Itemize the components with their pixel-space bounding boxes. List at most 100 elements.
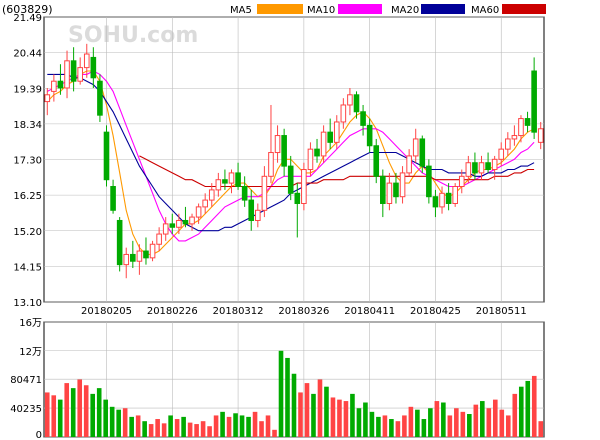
candle-up xyxy=(176,219,182,228)
candle-up xyxy=(51,80,57,92)
candle-down xyxy=(353,94,360,113)
volume-bar xyxy=(538,421,544,437)
candle-up xyxy=(320,131,327,157)
price-y-axis: 21.49 20.44 19.39 18.34 17.30 16.25 15.20 14.15… xyxy=(13,13,42,309)
candle-up xyxy=(307,148,314,171)
candle-up xyxy=(274,135,281,154)
volume-tick-label: 12万 xyxy=(19,347,42,358)
price-tick-label: 18.34 xyxy=(13,120,42,131)
volume-bar xyxy=(389,419,394,437)
candle-down xyxy=(169,223,176,228)
candle-up xyxy=(215,179,222,191)
volume-bar xyxy=(408,406,414,437)
candle-up xyxy=(399,172,406,198)
candle-up xyxy=(340,104,347,123)
volume-bar xyxy=(395,421,401,437)
volume-bar xyxy=(382,415,388,437)
volume-bar xyxy=(187,422,193,437)
volume-bar xyxy=(246,416,251,437)
volume-bar xyxy=(109,406,115,437)
volume-bar xyxy=(239,415,245,437)
price-tick-label: 14.15 xyxy=(13,262,42,273)
date-tick-label: 20180511 xyxy=(476,306,527,317)
volume-bar xyxy=(317,379,323,437)
volume-bar xyxy=(415,409,420,437)
volume-bar xyxy=(434,401,440,437)
date-tick-label: 20180312 xyxy=(213,306,264,317)
volume-bars xyxy=(44,350,544,437)
candle-up xyxy=(333,121,340,143)
candle-up xyxy=(44,94,51,103)
candle-up xyxy=(406,155,412,174)
candlesticks xyxy=(44,43,544,279)
candle-up xyxy=(149,243,156,259)
legend-ma10-label: MA10 xyxy=(307,5,335,16)
volume-bar xyxy=(343,401,349,437)
candle-down xyxy=(97,80,103,116)
candle-up xyxy=(518,118,524,137)
volume-tick-label: 80471 xyxy=(10,375,42,386)
volume-bar xyxy=(531,375,537,437)
volume-bar xyxy=(233,413,238,437)
volume-bar xyxy=(486,408,492,437)
legend-ma60-swatch xyxy=(502,4,546,14)
volume-bar xyxy=(421,419,427,437)
volume-bar xyxy=(168,415,173,437)
volume-bar xyxy=(207,426,212,437)
volume-bar xyxy=(96,388,102,437)
watermark: SOHU.com xyxy=(68,23,198,48)
candle-down xyxy=(294,192,301,204)
candle-down xyxy=(222,179,228,184)
stock-chart: (603829) SOHU.com MA5 MA10 MA20 MA60 21.… xyxy=(2,3,546,440)
candle-down xyxy=(281,135,287,167)
volume-bar xyxy=(64,383,70,437)
candle-up xyxy=(478,162,485,174)
volume-bar xyxy=(363,402,368,437)
volume-bar xyxy=(454,408,459,437)
candle-down xyxy=(419,138,426,167)
date-tick-label: 20180226 xyxy=(147,306,198,317)
volume-bar xyxy=(447,415,453,437)
volume-bar xyxy=(57,399,63,437)
volume-tick-label: 0 xyxy=(36,430,42,440)
volume-bar xyxy=(350,393,355,437)
candle-up xyxy=(268,152,274,177)
volume-bar xyxy=(518,386,524,437)
volume-bar xyxy=(259,421,264,437)
candle-down xyxy=(287,165,294,194)
date-tick-label: 20180326 xyxy=(278,306,329,317)
volume-bar xyxy=(272,429,277,437)
candle-up xyxy=(123,253,130,266)
candle-up xyxy=(64,60,70,89)
volume-bar xyxy=(155,419,160,437)
volume-bar xyxy=(285,357,290,437)
candle-up xyxy=(202,199,208,208)
price-tick-label: 21.49 xyxy=(13,13,42,24)
volume-bar xyxy=(330,397,336,437)
candle-down xyxy=(182,219,189,225)
candle-down xyxy=(248,199,255,221)
candle-up xyxy=(505,138,511,150)
candle-up xyxy=(458,175,465,188)
candle-up xyxy=(498,148,505,160)
candle-up xyxy=(347,94,353,106)
candle-down xyxy=(103,131,110,181)
volume-bar xyxy=(467,414,472,437)
volume-bar xyxy=(77,379,83,437)
legend-ma10-swatch xyxy=(338,4,382,14)
candle-up xyxy=(189,216,195,225)
volume-bar xyxy=(311,393,316,437)
candle-up xyxy=(491,158,498,171)
volume-bar xyxy=(473,404,479,437)
candle-up xyxy=(162,223,169,235)
volume-bar xyxy=(103,399,108,437)
volume-bar xyxy=(142,421,147,437)
candle-up xyxy=(537,128,544,143)
volume-bar xyxy=(512,393,518,437)
volume-bar xyxy=(402,415,407,437)
price-tick-label: 15.20 xyxy=(13,227,42,238)
candle-up xyxy=(511,135,518,140)
volume-bar xyxy=(44,392,50,437)
volume-bar xyxy=(376,416,381,437)
volume-bar xyxy=(428,408,433,437)
